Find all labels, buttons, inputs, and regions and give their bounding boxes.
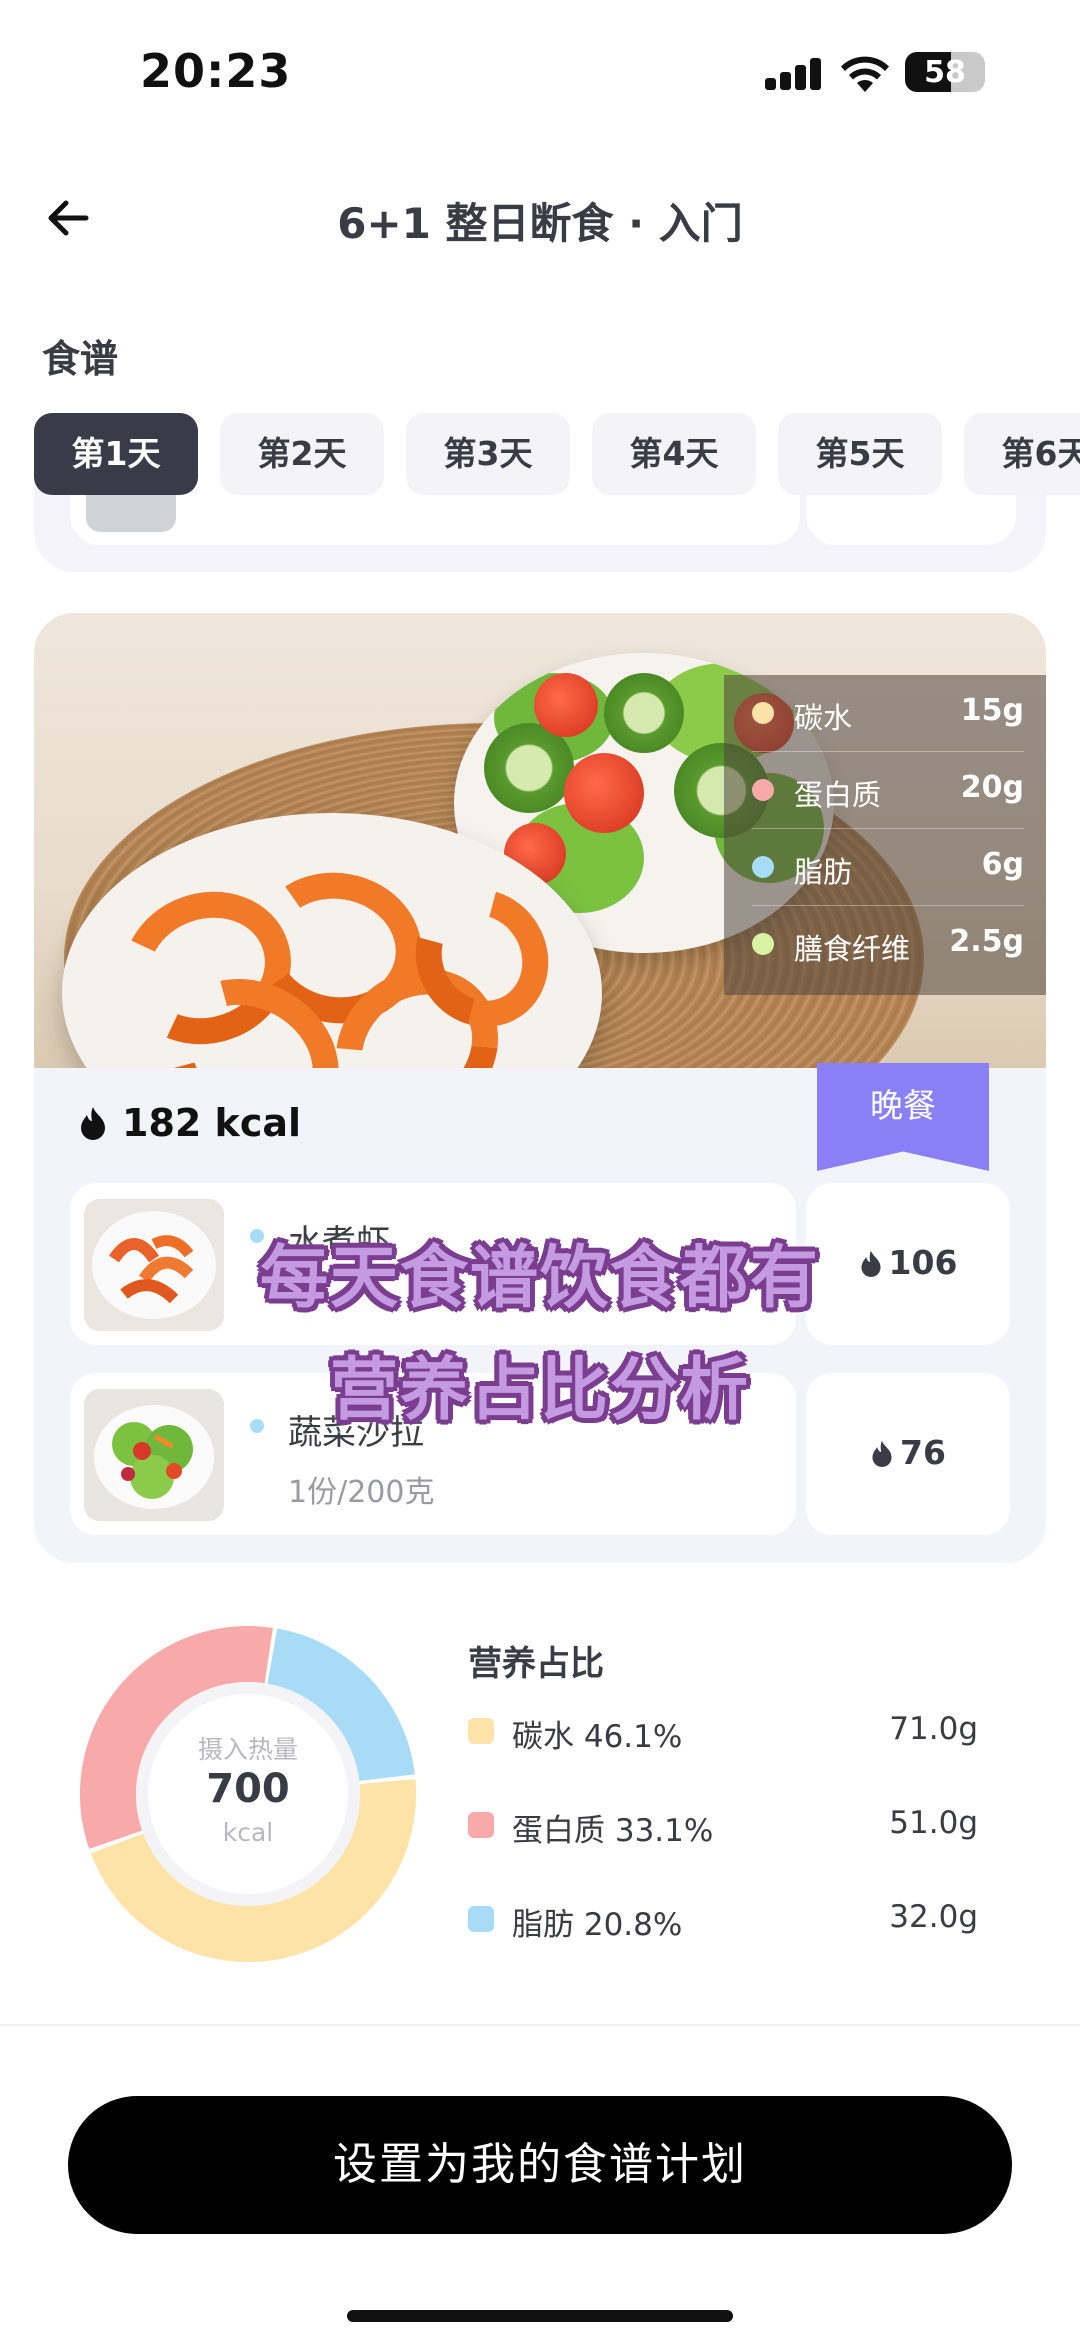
ratio-row: 蛋白质 33.1% 51.0g bbox=[468, 1800, 978, 1850]
battery-level: 58 bbox=[924, 55, 966, 90]
tab-day-2[interactable]: 第2天 bbox=[220, 413, 384, 495]
nutrient-row: 碳水 15g bbox=[752, 675, 1024, 752]
status-time: 20:23 bbox=[140, 44, 292, 98]
ratio-swatch bbox=[468, 1812, 494, 1838]
overlay-caption-line-1: 每天食谱饮食都有 bbox=[259, 1239, 820, 1318]
nutrient-name: 膳食纤维 bbox=[794, 932, 911, 966]
flame-icon bbox=[81, 1107, 105, 1140]
status-bar: 20:23 58 bbox=[0, 0, 1080, 140]
nutrient-value: 15g bbox=[960, 693, 1024, 728]
donut-value: 700 bbox=[206, 1766, 290, 1812]
nutrient-row: 膳食纤维 2.5g bbox=[752, 906, 1024, 983]
ratio-row: 脂肪 20.8% 32.0g bbox=[468, 1894, 978, 1944]
nutrient-row: 蛋白质 20g bbox=[752, 752, 1024, 829]
ratio-value: 51.0g bbox=[889, 1805, 978, 1841]
ratio-value: 32.0g bbox=[889, 1899, 978, 1935]
ratio-name: 脂肪 20.8% bbox=[512, 1907, 683, 1943]
nutrient-dot bbox=[752, 856, 774, 878]
calorie-donut-chart: 摄入热量 700 kcal bbox=[80, 1626, 416, 1962]
nutrient-value: 20g bbox=[960, 770, 1024, 805]
ratio-title: 营养占比 bbox=[468, 1644, 604, 1684]
battery-icon: 58 bbox=[905, 52, 985, 92]
nutrient-dot bbox=[752, 933, 774, 955]
nutrient-dot bbox=[752, 702, 774, 724]
overlay-caption-line-2: 营养占比分析 bbox=[329, 1351, 750, 1430]
ratio-name: 碳水 46.1% bbox=[512, 1719, 683, 1755]
food-portion: 1份/200克 bbox=[288, 1475, 435, 1510]
ratio-row: 碳水 46.1% 71.0g bbox=[468, 1706, 978, 1756]
nutrient-panel: 碳水 15g 蛋白质 20g 脂肪 6g 膳食纤维 2.5g bbox=[724, 675, 1046, 995]
nutrient-name: 碳水 bbox=[794, 701, 853, 735]
donut-unit: kcal bbox=[222, 1818, 274, 1847]
ratio-name: 蛋白质 33.1% bbox=[512, 1813, 714, 1849]
tab-day-3[interactable]: 第3天 bbox=[406, 413, 570, 495]
recipe-section-label: 食谱 bbox=[42, 337, 119, 381]
donut-label: 摄入热量 bbox=[197, 1735, 298, 1764]
tab-day-1[interactable]: 第1天 bbox=[34, 413, 198, 495]
meal-type-badge: 晚餐 bbox=[817, 1063, 989, 1171]
tab-day-4[interactable]: 第4天 bbox=[592, 413, 756, 495]
tab-day-6[interactable]: 第6天 bbox=[964, 413, 1080, 495]
flame-icon bbox=[872, 1440, 892, 1467]
tab-day-5[interactable]: 第5天 bbox=[778, 413, 942, 495]
meal-photo: 碳水 15g 蛋白质 20g 脂肪 6g 膳食纤维 2.5g bbox=[34, 613, 1046, 1068]
ratio-swatch bbox=[468, 1718, 494, 1744]
set-meal-plan-button[interactable]: 设置为我的食谱计划 bbox=[68, 2096, 1012, 2234]
meal-kcal-value: 182 kcal bbox=[122, 1101, 302, 1145]
nutrient-row: 脂肪 6g bbox=[752, 829, 1024, 906]
wifi-icon bbox=[840, 54, 890, 94]
ratio-swatch bbox=[468, 1906, 494, 1932]
day-tabs: 第1天 第2天 第3天 第4天 第5天 第6天 bbox=[34, 413, 1080, 495]
divider bbox=[0, 2024, 1080, 2026]
signal-icon bbox=[765, 58, 823, 90]
ratio-value: 71.0g bbox=[889, 1711, 978, 1747]
home-indicator bbox=[347, 2310, 733, 2322]
nutrient-value: 6g bbox=[981, 847, 1024, 882]
nutrient-name: 脂肪 bbox=[794, 855, 853, 889]
page-title: 6+1 整日断食 · 入门 bbox=[337, 199, 743, 248]
nutrient-dot bbox=[752, 779, 774, 801]
food-kcal-value: 76 bbox=[900, 1433, 946, 1472]
meal-kcal: 182 kcal bbox=[78, 1101, 301, 1145]
nutrient-value: 2.5g bbox=[949, 924, 1024, 959]
nutrient-name: 蛋白质 bbox=[794, 778, 882, 812]
